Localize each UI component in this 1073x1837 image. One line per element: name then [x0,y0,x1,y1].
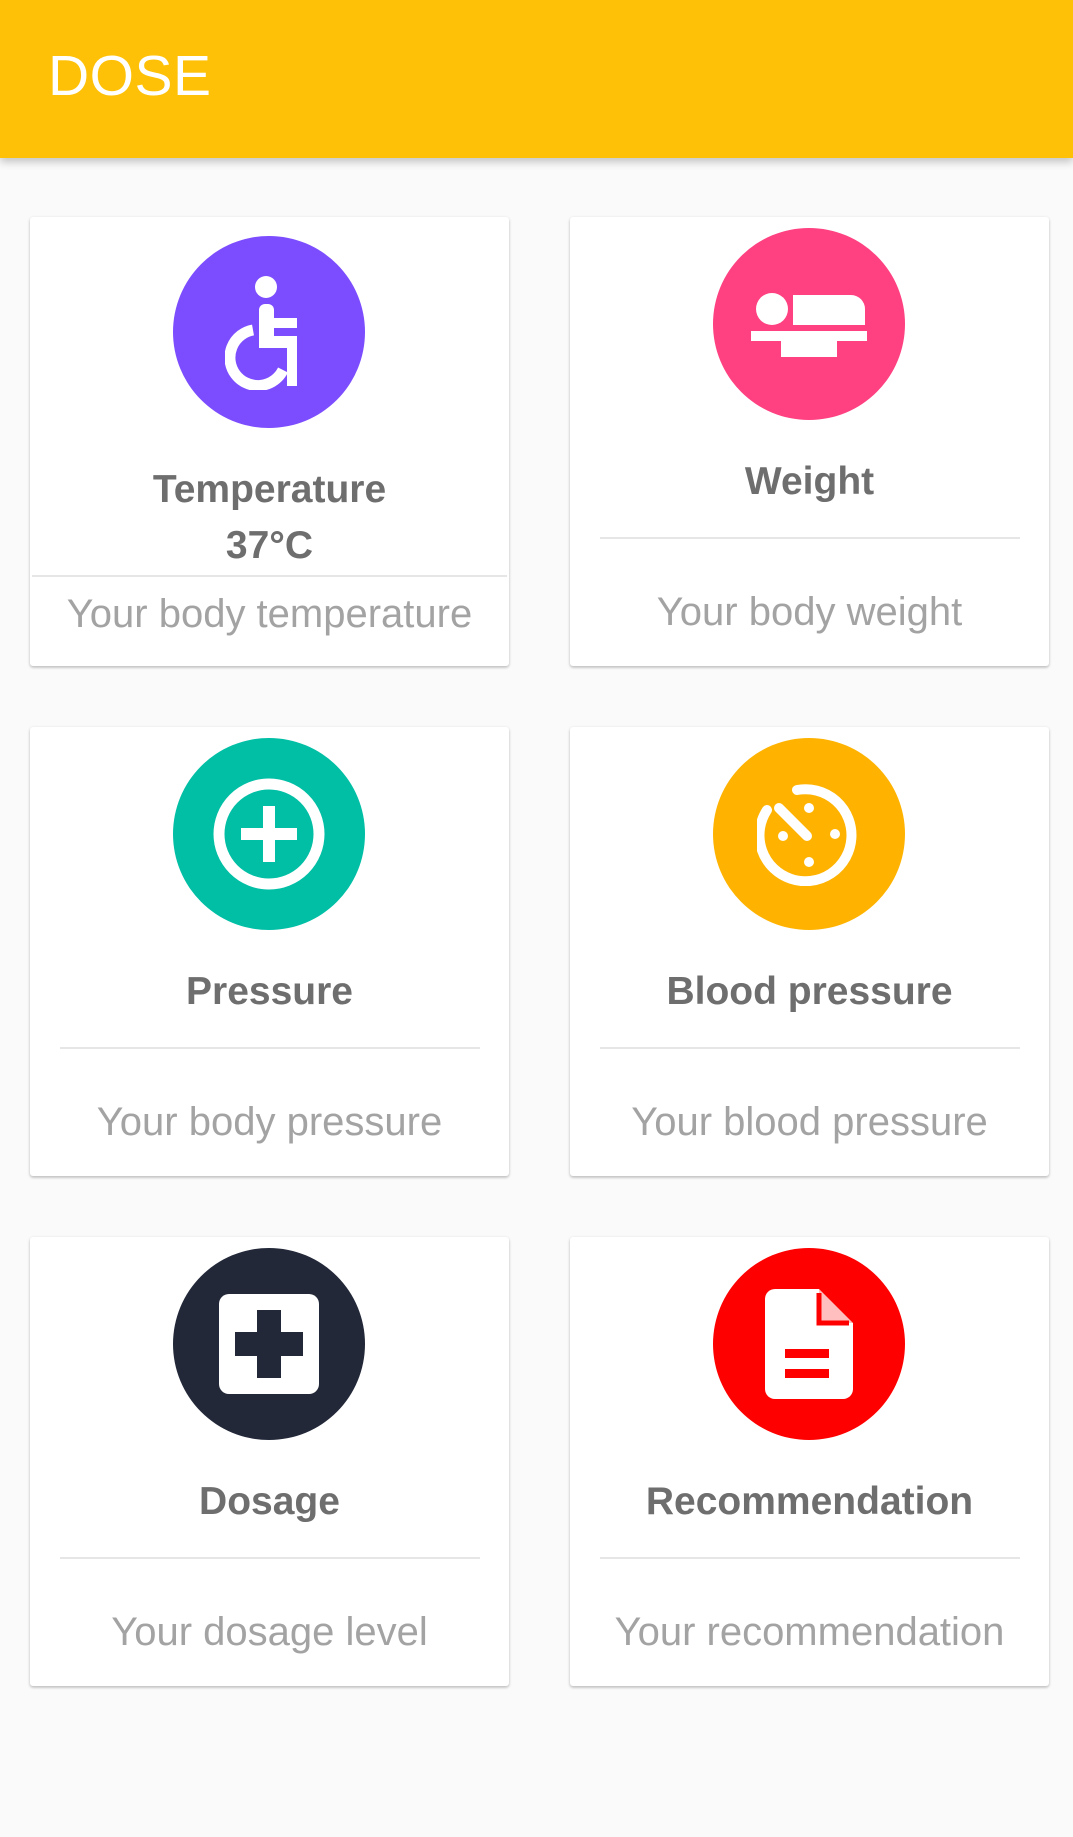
weight-icon-circle [713,228,905,420]
dosage-divider [60,1557,480,1559]
hotel-bed-icon [751,293,867,357]
medical-plus-box-icon [219,1294,319,1394]
recommendation-icon-circle [713,1248,905,1440]
temperature-divider [32,575,507,577]
gauge-timer-icon [757,784,857,886]
dosage-subtitle: Your dosage level [111,1610,428,1654]
dosage-icon-circle [173,1248,365,1440]
recommendation-title: Recommendation [645,1480,974,1523]
recommendation-card[interactable]: Recommendation Your recommendation [570,1237,1049,1686]
blood-pressure-divider [600,1047,1020,1049]
pressure-subtitle: Your body pressure [96,1100,443,1144]
dosage-title: Dosage [199,1480,340,1523]
pressure-icon-circle [173,738,365,930]
blood-pressure-subtitle: Your blood pressure [631,1100,988,1144]
temperature-card[interactable]: Temperature 37°C Your body temperature [30,217,509,666]
temperature-value: 37°C [225,524,314,567]
document-icon [765,1289,853,1399]
add-circle-outline-icon [213,778,325,890]
pressure-title: Pressure [186,970,353,1013]
wheelchair-icon [225,276,297,390]
weight-card[interactable]: Weight Your body weight [570,217,1049,666]
app-bar: DOSE [0,0,1073,158]
temperature-title: Temperature [152,468,387,511]
app-title: DOSE [48,44,212,108]
pressure-divider [60,1047,480,1049]
temperature-icon-circle [173,236,365,428]
blood-pressure-title: Blood pressure [666,970,953,1013]
weight-title: Weight [744,460,875,503]
pressure-card[interactable]: Pressure Your body pressure [30,727,509,1176]
recommendation-divider [600,1557,1020,1559]
weight-divider [600,537,1020,539]
dosage-card[interactable]: Dosage Your dosage level [30,1237,509,1686]
temperature-subtitle: Your body temperature [66,592,473,636]
blood-pressure-icon-circle [713,738,905,930]
blood-pressure-card[interactable]: Blood pressure Your blood pressure [570,727,1049,1176]
weight-subtitle: Your body weight [656,590,963,634]
recommendation-subtitle: Your recommendation [614,1610,1005,1654]
